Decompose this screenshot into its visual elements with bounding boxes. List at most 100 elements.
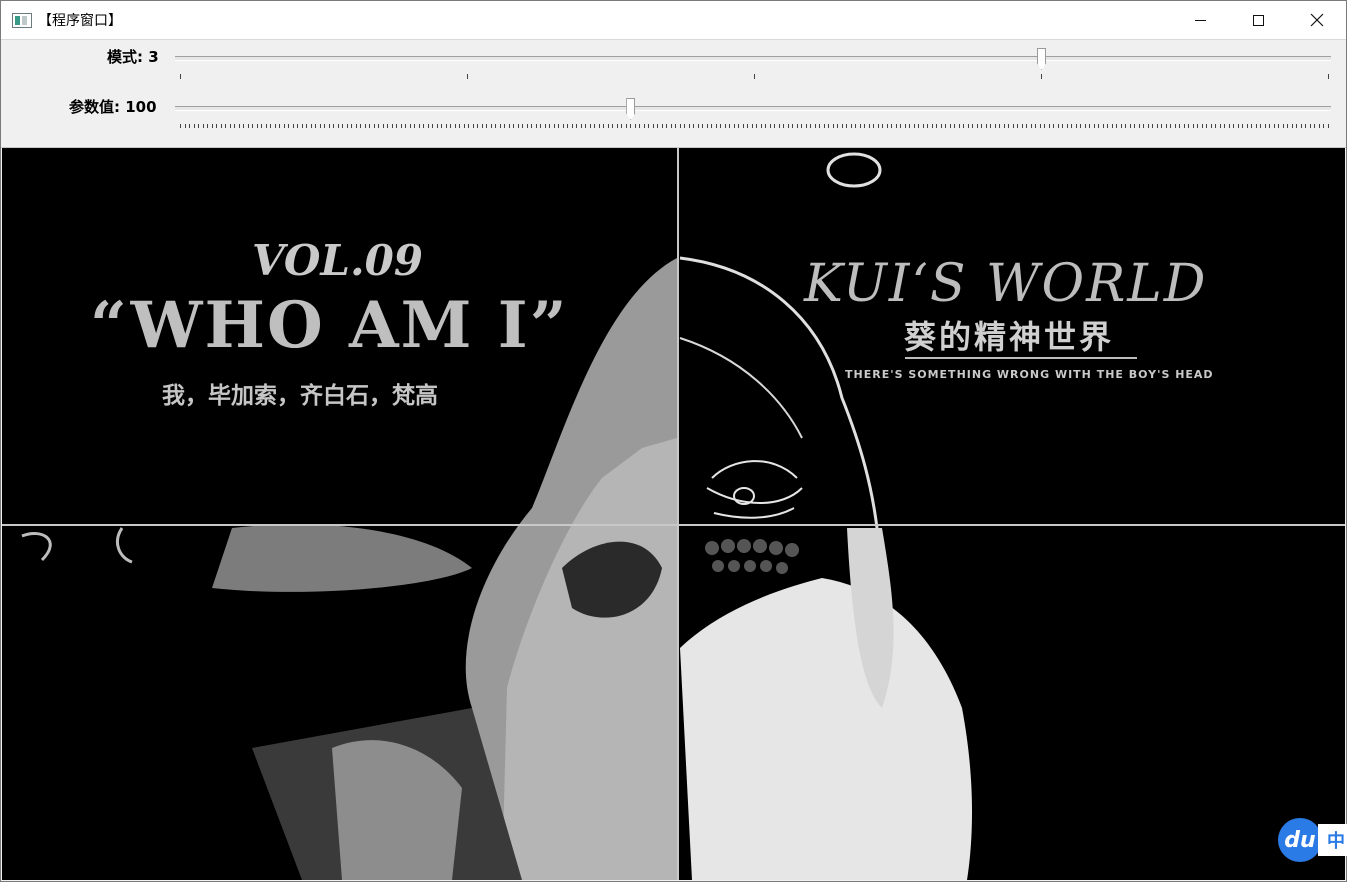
mode-slider-thumb[interactable] bbox=[1037, 48, 1046, 70]
slider-tick bbox=[1030, 124, 1032, 128]
close-button[interactable] bbox=[1288, 1, 1346, 39]
slider-tick bbox=[1314, 124, 1316, 128]
slider-tick bbox=[436, 124, 438, 128]
slider-tick bbox=[927, 124, 929, 128]
slider-tick bbox=[747, 124, 749, 128]
slider-tick bbox=[1215, 124, 1217, 128]
slider-tick bbox=[661, 124, 663, 128]
slider-tick bbox=[913, 124, 915, 128]
slider-tick bbox=[1233, 124, 1235, 128]
slider-tick bbox=[657, 124, 659, 128]
horizontal-divider bbox=[2, 524, 1345, 526]
slider-tick bbox=[346, 124, 348, 128]
slider-tick bbox=[621, 124, 623, 128]
slider-tick bbox=[967, 124, 969, 128]
slider-tick bbox=[1323, 124, 1325, 128]
param-label: 参数值: 100 bbox=[69, 98, 157, 116]
slider-tick bbox=[387, 124, 389, 128]
slider-tick bbox=[769, 124, 771, 128]
slider-tick bbox=[1296, 124, 1298, 128]
param-slider-thumb[interactable] bbox=[626, 98, 636, 120]
slider-tick bbox=[616, 124, 618, 128]
trackbar-panel: 模式: 3 参数值: 100 bbox=[1, 40, 1346, 148]
slider-tick bbox=[315, 124, 317, 128]
slider-tick bbox=[774, 124, 776, 128]
slider-tick bbox=[180, 124, 181, 128]
slider-tick bbox=[918, 124, 920, 128]
headline-text: “WHO AM I” bbox=[90, 288, 569, 363]
slider-tick bbox=[414, 124, 416, 128]
slider-tick bbox=[1057, 124, 1059, 128]
slider-tick bbox=[553, 124, 555, 128]
slider-tick bbox=[1255, 124, 1257, 128]
param-slider-track[interactable] bbox=[175, 106, 1331, 111]
slider-tick bbox=[1084, 124, 1086, 128]
slider-tick bbox=[711, 124, 713, 128]
slider-tick bbox=[243, 124, 245, 128]
slider-tick bbox=[1075, 124, 1077, 128]
slider-tick bbox=[792, 124, 794, 128]
minimize-button[interactable] bbox=[1171, 1, 1229, 39]
slider-tick bbox=[1228, 124, 1230, 128]
slider-tick bbox=[180, 74, 181, 79]
slider-tick bbox=[684, 124, 686, 128]
slider-tick bbox=[922, 124, 924, 128]
slider-tick bbox=[189, 124, 190, 128]
slider-tick bbox=[1098, 124, 1100, 128]
maximize-button[interactable] bbox=[1229, 1, 1287, 39]
slider-tick bbox=[571, 124, 573, 128]
slider-tick bbox=[1309, 124, 1311, 128]
slider-tick bbox=[1300, 124, 1302, 128]
slider-tick bbox=[765, 124, 767, 128]
slider-tick bbox=[324, 124, 326, 128]
slider-tick bbox=[459, 124, 461, 128]
slider-tick bbox=[467, 74, 468, 79]
title-bar[interactable]: 【程序窗口】 bbox=[1, 1, 1346, 40]
app-icon bbox=[12, 13, 32, 28]
slider-tick bbox=[432, 124, 434, 128]
slider-tick bbox=[630, 124, 632, 128]
slider-tick bbox=[754, 74, 755, 79]
slider-tick bbox=[288, 124, 290, 128]
slider-tick bbox=[706, 124, 708, 128]
slider-tick bbox=[355, 124, 357, 128]
slider-tick bbox=[702, 124, 704, 128]
slider-tick bbox=[1125, 124, 1127, 128]
slider-tick bbox=[567, 124, 569, 128]
slider-tick bbox=[810, 124, 812, 128]
slider-tick bbox=[1174, 124, 1176, 128]
slider-tick bbox=[486, 124, 488, 128]
slider-tick bbox=[274, 124, 276, 128]
slider-tick bbox=[805, 124, 807, 128]
slider-tick bbox=[540, 124, 542, 128]
slider-tick bbox=[823, 124, 825, 128]
slider-tick bbox=[1246, 124, 1248, 128]
slider-tick bbox=[283, 124, 285, 128]
slider-tick bbox=[585, 124, 587, 128]
slider-tick bbox=[1053, 124, 1055, 128]
slider-tick bbox=[1291, 124, 1293, 128]
slider-tick bbox=[423, 124, 425, 128]
slider-tick bbox=[1026, 124, 1028, 128]
slider-tick bbox=[729, 124, 731, 128]
slider-tick bbox=[643, 124, 645, 128]
slider-tick bbox=[675, 124, 677, 128]
slider-tick bbox=[1066, 124, 1068, 128]
slider-tick bbox=[396, 124, 398, 128]
ime-badge[interactable]: du 中 bbox=[1278, 818, 1347, 862]
kui-divider bbox=[905, 357, 1137, 359]
slider-tick bbox=[936, 124, 938, 128]
slider-tick bbox=[202, 124, 204, 128]
subline-text: 我，毕加索，齐白石，梵高 bbox=[162, 382, 438, 409]
slider-tick bbox=[463, 124, 465, 128]
slider-tick bbox=[328, 124, 330, 128]
slider-tick bbox=[1206, 124, 1208, 128]
slider-tick bbox=[382, 124, 384, 128]
baidu-ime-icon: du bbox=[1278, 818, 1322, 862]
slider-tick bbox=[1152, 124, 1154, 128]
slider-tick bbox=[1143, 124, 1145, 128]
window-title: 【程序窗口】 bbox=[38, 13, 122, 29]
slider-tick bbox=[427, 124, 429, 128]
mode-slider-track[interactable] bbox=[175, 56, 1331, 61]
slider-tick bbox=[454, 124, 456, 128]
